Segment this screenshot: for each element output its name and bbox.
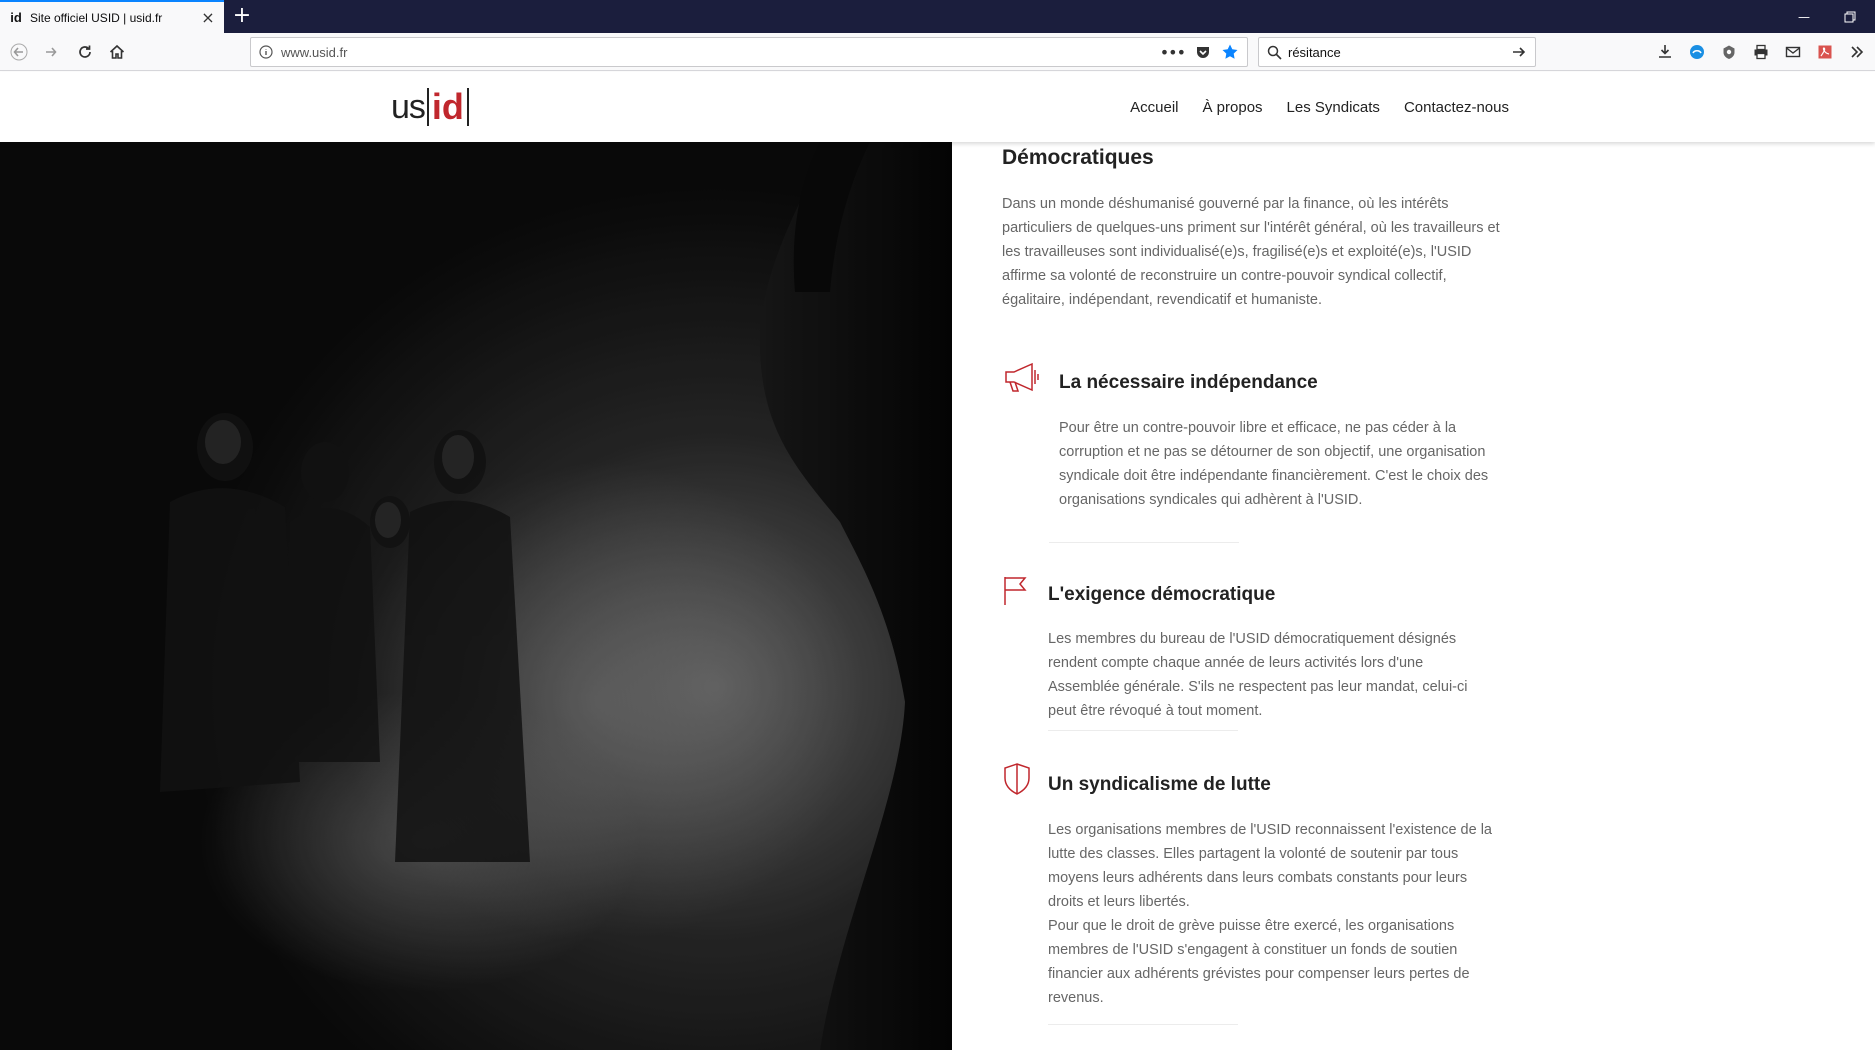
search-bar[interactable]: résitance: [1258, 37, 1536, 67]
logo-text-us: us: [391, 87, 426, 126]
feature-text: Les organisations membres de l'USID reco…: [1048, 822, 1492, 910]
pdf-icon[interactable]: [1815, 42, 1835, 62]
browser-tabbar: id Site officiel USID | usid.fr × + —: [0, 0, 1875, 33]
feature-text: Les membres du bureau de l'USID démocrat…: [1048, 631, 1468, 719]
address-bar[interactable]: www.usid.fr •••: [250, 37, 1248, 67]
url-text[interactable]: www.usid.fr: [281, 45, 1160, 60]
new-tab-plus-icon[interactable]: +: [230, 4, 254, 28]
feature-title: Un syndicalisme de lutte: [1048, 774, 1271, 795]
feature-text: Pour être un contre-pouvoir libre et eff…: [1059, 420, 1489, 508]
tab-title: Site officiel USID | usid.fr: [30, 10, 163, 25]
hero-protest-photo: [0, 142, 952, 1050]
forward-arrow-icon[interactable]: [38, 39, 64, 65]
back-arrow-icon[interactable]: [6, 39, 32, 65]
main-navigation: Accueil À propos Les Syndicats Contactez…: [1130, 72, 1509, 142]
site-favicon-icon: id: [10, 10, 22, 25]
search-input[interactable]: résitance: [1282, 45, 1511, 60]
feature-text-continued: Pour que le droit de grève puisse être e…: [1048, 918, 1470, 1006]
nav-link-accueil[interactable]: Accueil: [1130, 99, 1178, 116]
browser-tab-active[interactable]: id Site officiel USID | usid.fr ×: [0, 0, 224, 33]
flag-icon: [1002, 575, 1032, 611]
close-icon[interactable]: ×: [200, 8, 216, 27]
logo-text-id: id: [426, 88, 469, 126]
browser-navbar: www.usid.fr ••• résitance: [0, 33, 1875, 71]
home-icon[interactable]: [104, 39, 130, 65]
search-go-arrow-icon[interactable]: [1511, 44, 1535, 60]
shield-icon: [1002, 762, 1032, 800]
site-logo[interactable]: us id: [391, 86, 469, 128]
info-icon[interactable]: [251, 45, 281, 59]
nav-link-les-syndicats[interactable]: Les Syndicats: [1287, 99, 1380, 116]
minimize-window-icon[interactable]: —: [1781, 0, 1827, 33]
section-title: Démocratiques: [1002, 146, 1154, 169]
separator-line: [1048, 730, 1238, 731]
feature-title: L'exigence démocratique: [1048, 584, 1276, 605]
intro-paragraph: Dans un monde déshumanisé gouverné par l…: [1002, 196, 1500, 308]
bookmark-star-icon[interactable]: [1221, 43, 1239, 61]
search-icon: [1259, 45, 1282, 60]
page-actions-dots-icon[interactable]: •••: [1160, 43, 1186, 62]
megaphone-icon: [1002, 362, 1042, 398]
nav-link-a-propos[interactable]: À propos: [1203, 99, 1263, 116]
restore-window-icon[interactable]: [1827, 0, 1873, 33]
reload-icon[interactable]: [72, 39, 98, 65]
print-icon[interactable]: [1751, 42, 1771, 62]
nav-link-contactez-nous[interactable]: Contactez-nous: [1404, 99, 1509, 116]
content-panel: Démocratiques Dans un monde déshumanisé …: [952, 142, 1875, 1050]
extension-shield-icon[interactable]: [1719, 42, 1739, 62]
downloads-icon[interactable]: [1655, 42, 1675, 62]
feature-title: La nécessaire indépendance: [1059, 372, 1318, 393]
pocket-icon[interactable]: [1195, 44, 1211, 60]
separator-line: [1049, 542, 1239, 543]
email-icon[interactable]: [1783, 42, 1803, 62]
overflow-chevron-icon[interactable]: [1847, 42, 1867, 62]
sync-extension-icon[interactable]: [1687, 42, 1707, 62]
separator-line: [1048, 1024, 1238, 1025]
site-header: us id Accueil À propos Les Syndicats Con…: [0, 72, 1875, 142]
